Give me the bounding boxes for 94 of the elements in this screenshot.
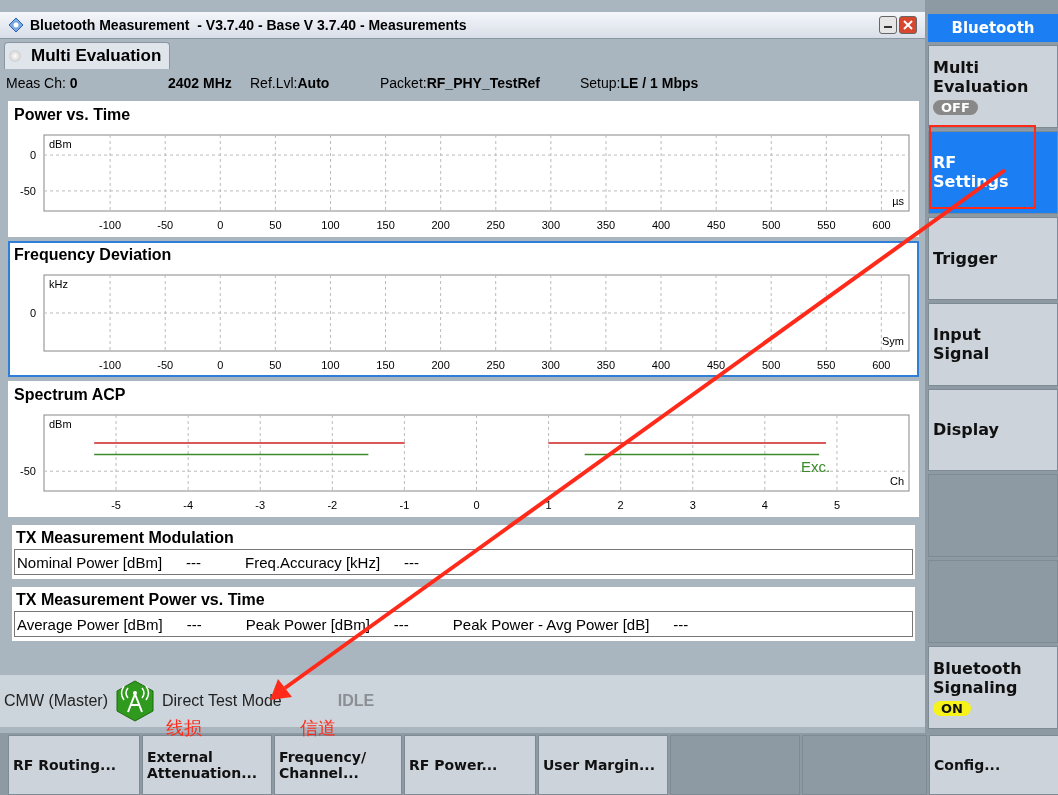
toggle-badge: ON <box>933 701 971 717</box>
axis-tick-label: 50 <box>269 359 282 371</box>
softkey[interactable]: RF Power... <box>404 735 536 795</box>
softkey[interactable]: Bluetooth Signaling ON <box>928 646 1058 729</box>
result-value: --- <box>673 615 689 633</box>
axis-tick-label: 50 <box>269 219 282 231</box>
result-value: --- <box>393 615 409 633</box>
state-label: IDLE <box>337 692 375 710</box>
close-button[interactable] <box>899 16 917 34</box>
tab[interactable]: Multi Evaluation <box>4 42 171 69</box>
axis-tick-label: 600 <box>872 219 891 231</box>
measurement-setting: Packet:RF_PHY_TestRef <box>380 75 542 91</box>
softkey[interactable]: RF Routing... <box>8 735 140 795</box>
axis-unit: dBm <box>49 138 72 150</box>
axis-tick-label: 500 <box>762 219 781 231</box>
axis-tick-label: 300 <box>541 359 560 371</box>
axis-tick-label: 150 <box>376 359 395 371</box>
axis-unit: µs <box>892 195 904 207</box>
axis-unit: dBm <box>49 418 72 430</box>
result-value: --- <box>404 553 420 571</box>
sidebar-header: Bluetooth <box>928 14 1058 42</box>
axis-tick-label: -100 <box>99 359 122 371</box>
softkey[interactable]: Display <box>928 388 1058 472</box>
measurement-setting: 2402 MHz <box>168 75 233 91</box>
axis-tick-label: -1 <box>399 499 410 511</box>
axis-tick-label: -50 <box>20 184 36 197</box>
softkey[interactable]: Config... <box>929 735 1058 795</box>
axis-tick-label: 350 <box>596 219 616 231</box>
result-label: Nominal Power [dBm] <box>17 553 163 571</box>
softkey[interactable]: User Margin... <box>538 735 668 795</box>
trace-label: Exc. <box>800 457 831 475</box>
toggle-badge: OFF <box>933 99 978 115</box>
axis-tick-label: 350 <box>596 359 616 371</box>
axis-tick-label: 500 <box>761 359 781 371</box>
result-value: --- <box>186 615 202 633</box>
axis-tick-label: 450 <box>707 219 726 231</box>
axis-tick-label: 550 <box>817 359 836 371</box>
panel-title: Power vs. Time <box>13 105 132 125</box>
axis-tick-label: 0 <box>29 149 36 162</box>
axis-tick-label: 0 <box>217 359 224 371</box>
result-value: --- <box>186 553 202 571</box>
axis-tick-label: 300 <box>541 219 561 231</box>
mode-label: Direct Test Mode <box>162 692 282 710</box>
softkey[interactable]: Trigger <box>928 216 1058 300</box>
axis-tick-label: -5 <box>111 499 121 511</box>
axis-tick-label: 100 <box>321 219 340 231</box>
axis-tick-label: -2 <box>327 499 338 511</box>
axis-tick-label: -100 <box>99 219 122 231</box>
axis-unit: Sym <box>882 335 904 347</box>
axis-tick-label: 1 <box>545 499 552 511</box>
axis-tick-label: 450 <box>706 359 726 371</box>
axis-tick-label: 400 <box>651 359 671 371</box>
axis-tick-label: -50 <box>20 465 36 478</box>
result-label: Freq.Accuracy [kHz] <box>245 553 381 571</box>
panel-title: Spectrum ACP <box>13 385 127 405</box>
result-label: Peak Power [dBm] <box>245 615 370 633</box>
axis-tick-label: -50 <box>157 219 174 231</box>
panel-title: TX Measurement Modulation <box>15 528 235 548</box>
measurement-setting: Setup:LE / 1 Mbps <box>580 75 700 91</box>
panel-title: TX Measurement Power vs. Time <box>15 590 266 610</box>
minimize-button[interactable] <box>879 16 897 34</box>
antenna-icon <box>114 680 156 722</box>
axis-tick-label: 250 <box>486 359 505 371</box>
axis-tick-label: 200 <box>431 219 450 231</box>
panel-title: Frequency Deviation <box>13 245 173 265</box>
measurement-setting: Meas Ch: 0 <box>6 75 79 91</box>
axis-tick-label: 250 <box>486 219 505 231</box>
axis-tick-label: 5 <box>833 499 840 511</box>
axis-tick-label: 4 <box>761 499 768 511</box>
window-title: Bluetooth Measurement - V3.7.40 - Base V 3.7.40 - Measurements <box>30 17 467 33</box>
axis-tick-label: 400 <box>651 219 671 231</box>
axis-tick-label: 0 <box>29 307 36 319</box>
axis-tick-label: -3 <box>255 499 266 511</box>
axis-tick-label: 3 <box>689 499 696 511</box>
axis-tick-label: 200 <box>431 359 450 371</box>
softkey[interactable]: Input Signal <box>928 302 1058 386</box>
instrument-label: CMW (Master) <box>4 692 108 710</box>
axis-tick-label: 600 <box>872 359 891 371</box>
axis-tick-label: 0 <box>473 499 480 511</box>
axis-tick-label: 2 <box>617 499 624 511</box>
axis-tick-label: -50 <box>157 359 174 371</box>
axis-tick-label: -4 <box>183 499 194 511</box>
axis-tick-label: 550 <box>817 219 836 231</box>
axis-tick-label: 150 <box>376 219 395 231</box>
result-label: Average Power [dBm] <box>17 615 163 633</box>
axis-tick-label: 100 <box>321 359 340 371</box>
axis-unit: Ch <box>889 475 904 487</box>
app-logo-icon <box>8 17 24 33</box>
axis-tick-label: 0 <box>217 219 224 231</box>
result-label: Peak Power - Avg Power [dB] <box>452 615 650 633</box>
softkey[interactable]: Multi Evaluation OFF <box>928 45 1058 128</box>
measurement-setting: Ref.Lvl:Auto <box>250 75 331 91</box>
axis-unit: kHz <box>49 278 68 290</box>
close-icon <box>903 20 913 30</box>
